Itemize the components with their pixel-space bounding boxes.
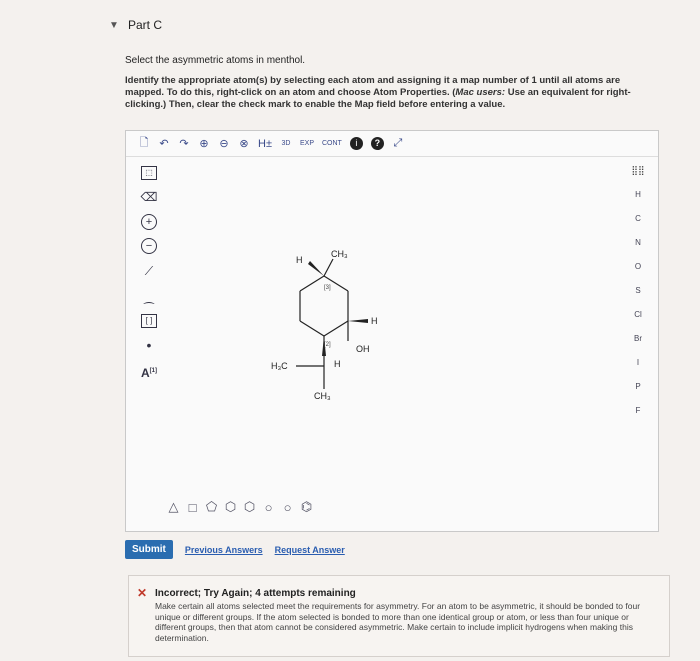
hydroxyl-label[interactable]: OH <box>356 344 370 354</box>
cyclobutane-template[interactable]: □ <box>185 500 200 515</box>
action-row: Submit Previous Answers Request Answer <box>125 540 345 559</box>
map-number-2: [2] <box>324 342 331 348</box>
incorrect-icon: ✕ <box>137 586 148 600</box>
cyclopentane-template[interactable]: ⬠ <box>204 499 219 515</box>
collapse-caret-icon[interactable]: ▼ <box>108 20 120 31</box>
ring-templates: △ □ ⬠ ⬡ ⬡ ○ ○ ⌬ <box>166 499 314 515</box>
previous-answers-link[interactable]: Previous Answers <box>185 545 263 555</box>
feedback-title: Incorrect; Try Again; 4 attempts remaini… <box>155 588 356 599</box>
cycloheptane-template[interactable]: ○ <box>261 500 276 515</box>
right-hydrogen-label[interactable]: H <box>371 316 378 326</box>
top-methyl-label[interactable]: CH₃ <box>331 249 348 259</box>
instructions: Identify the appropriate atom(s) by sele… <box>125 75 655 111</box>
chair-template[interactable]: ⌬ <box>299 499 314 515</box>
submit-button[interactable]: Submit <box>125 540 173 559</box>
mac-users-label: Mac users: <box>455 87 506 98</box>
feedback-box: ✕ Incorrect; Try Again; 4 attempts remai… <box>128 575 670 657</box>
bottom-methyl-label[interactable]: CH₃ <box>314 391 331 401</box>
question-prompt: Select the asymmetric atoms in menthol. <box>125 55 306 66</box>
cyclohexane-template[interactable]: ⬡ <box>223 499 238 515</box>
cyclooctane-template[interactable]: ○ <box>280 500 295 515</box>
map-number-3: [3] <box>324 285 331 291</box>
bottom-hydrogen-label[interactable]: H <box>334 359 341 369</box>
request-answer-link[interactable]: Request Answer <box>275 545 345 555</box>
top-hydrogen-label[interactable]: H <box>296 255 303 265</box>
part-title: Part C <box>128 18 163 32</box>
molecule-editor[interactable]: 🗋 ↶ ↷ ⊕ ⊖ ⊗ H± 3D EXP CONT i ? ⤢ ⬚ ⌫ + −… <box>125 130 659 532</box>
menthol-structure[interactable]: H CH₃ [3] H OH [2] H H₃C CH₃ <box>126 131 658 531</box>
benzene-template[interactable]: ⬡ <box>242 499 257 515</box>
part-header[interactable]: ▼ Part C <box>108 18 162 32</box>
cyclopropane-template[interactable]: △ <box>166 499 181 515</box>
feedback-text: Make certain all atoms selected meet the… <box>155 601 641 643</box>
isopropyl-methyl-label[interactable]: H₃C <box>271 361 288 371</box>
